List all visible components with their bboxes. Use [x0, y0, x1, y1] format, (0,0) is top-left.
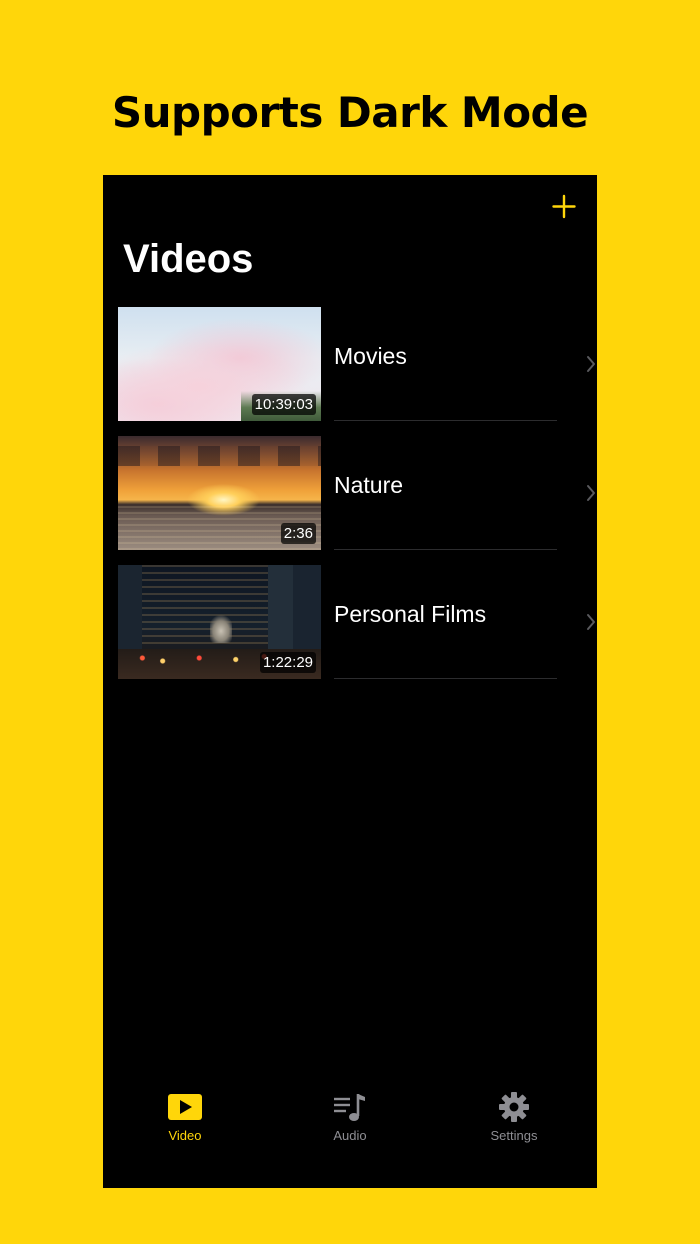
tab-settings[interactable]: Settings	[454, 1087, 574, 1147]
tab-label: Video	[168, 1128, 202, 1143]
music-list-icon	[334, 1094, 365, 1121]
tab-label: Settings	[490, 1128, 538, 1143]
row-separator	[334, 420, 557, 421]
capitol-dome	[210, 613, 232, 643]
tab-audio[interactable]: Audio	[290, 1087, 410, 1147]
chevron-right-icon	[587, 485, 595, 501]
chevron-right-icon	[587, 356, 595, 372]
tab-label: Audio	[333, 1128, 367, 1143]
row-label: Personal Films	[334, 601, 487, 627]
list-item-nature[interactable]: 2:36 Nature	[103, 436, 597, 565]
thumbnail-nature: 2:36	[118, 436, 321, 550]
thumbnail-movies: 10:39:03	[118, 307, 321, 421]
tab-video[interactable]: Video	[125, 1087, 245, 1147]
duration-badge: 1:22:29	[259, 652, 316, 673]
phone-screen: Videos 10:39:03 Movies 2:36 Nature 1:22:…	[103, 175, 597, 1188]
duration-badge: 2:36	[280, 523, 316, 544]
tab-bar: Video Audio Settings	[103, 1087, 597, 1147]
add-button[interactable]	[549, 191, 579, 221]
cloud-band	[118, 446, 321, 466]
row-label: Nature	[334, 472, 404, 498]
play-icon	[168, 1094, 202, 1120]
row-label: Movies	[334, 343, 407, 369]
plus-icon	[552, 194, 576, 219]
list-item-personal-films[interactable]: 1:22:29 Personal Films	[103, 565, 597, 694]
duration-badge: 10:39:03	[251, 394, 316, 415]
chevron-right-icon	[587, 614, 595, 630]
row-separator	[334, 678, 557, 679]
list-item-movies[interactable]: 10:39:03 Movies	[103, 307, 597, 436]
gear-icon	[499, 1092, 529, 1122]
thumbnail-personal-films: 1:22:29	[118, 565, 321, 679]
headline: Supports Dark Mode	[111, 88, 589, 137]
page-title: Videos	[123, 237, 254, 281]
row-separator	[334, 549, 557, 550]
